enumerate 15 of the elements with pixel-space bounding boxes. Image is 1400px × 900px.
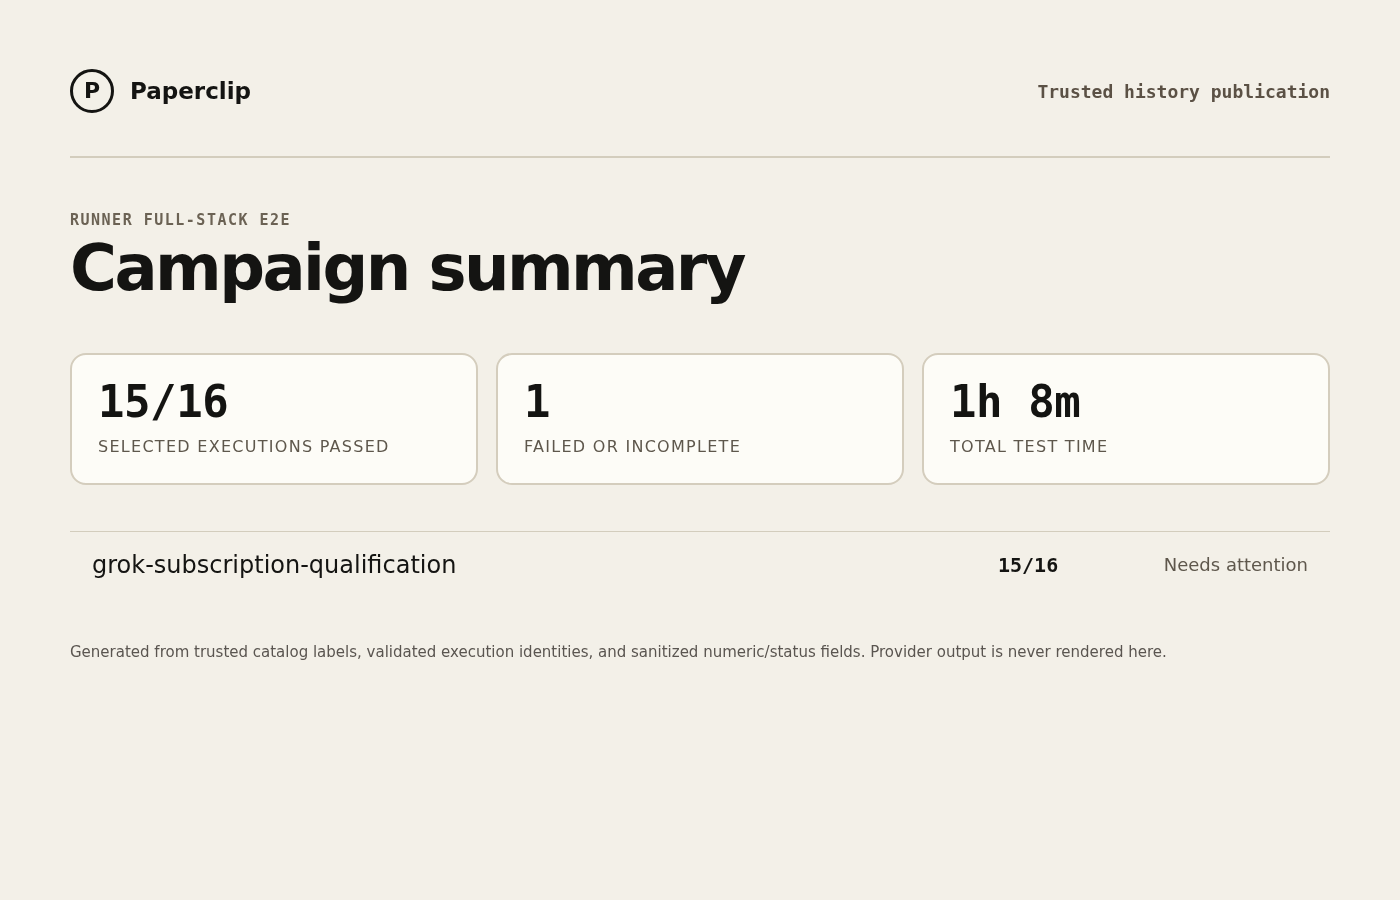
logo-mark: P xyxy=(70,69,114,113)
stat-label: FAILED OR INCOMPLETE xyxy=(524,437,743,457)
campaign-status: Needs attention xyxy=(1162,553,1308,577)
stat-value: 1h 8m xyxy=(950,375,1082,429)
stat-value: 15/16 xyxy=(98,375,230,429)
campaign-name: grok-subscription-qualification xyxy=(92,549,458,581)
campaign-score: 15/16 xyxy=(998,551,1060,579)
footnote-text: Generated from trusted catalog labels, validated execution identities, and sanitized numeric/status fields. Provider output is never rendered here. xyxy=(70,642,1168,662)
tagline: Trusted history publication xyxy=(1037,79,1330,104)
brand-name: Paperclip xyxy=(130,79,252,103)
stat-label: TOTAL TEST TIME xyxy=(950,437,1110,457)
eyebrow-label: RUNNER FULL-STACK E2E xyxy=(70,210,293,230)
stat-value: 1 xyxy=(524,375,552,429)
stat-label: SELECTED EXECUTIONS PASSED xyxy=(98,437,391,457)
page-title: Campaign summary xyxy=(70,232,746,304)
